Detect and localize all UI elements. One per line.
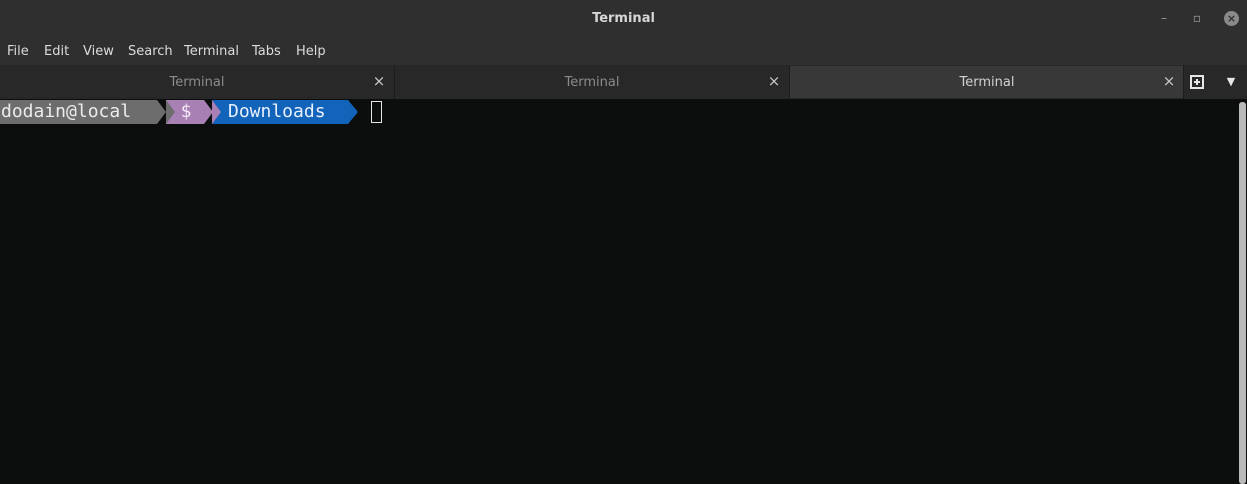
tab-label: Terminal bbox=[169, 75, 225, 90]
new-tab-icon bbox=[1189, 75, 1207, 94]
menu-tabs[interactable]: Tabs bbox=[252, 44, 281, 59]
maximize-button[interactable]: ▫ bbox=[1189, 10, 1205, 26]
tabs-menu-button[interactable]: ▼ bbox=[1221, 72, 1241, 92]
text-cursor bbox=[371, 101, 382, 123]
tab-terminal-2[interactable]: Terminal × bbox=[395, 66, 789, 98]
prompt-user-host: dodain@local bbox=[0, 100, 157, 124]
menu-edit[interactable]: Edit bbox=[44, 44, 69, 59]
window-title: Terminal bbox=[592, 11, 655, 26]
tab-label: Terminal bbox=[564, 75, 620, 90]
menu-bar: File Edit View Search Terminal Tabs Help bbox=[0, 37, 1247, 65]
prompt-separator-arrow bbox=[166, 100, 175, 124]
tab-close-icon[interactable]: × bbox=[765, 72, 783, 90]
terminal-window: Terminal – ▫ × File Edit View Search Ter… bbox=[0, 0, 1247, 484]
scrollbar[interactable] bbox=[1239, 102, 1246, 484]
tab-close-icon[interactable]: × bbox=[1160, 72, 1178, 90]
tab-bar: Terminal × Terminal × Terminal × ▼ bbox=[0, 65, 1247, 99]
tab-label: Terminal bbox=[959, 75, 1015, 90]
menu-view[interactable]: View bbox=[83, 44, 114, 59]
chevron-down-icon: ▼ bbox=[1226, 75, 1236, 88]
menu-terminal[interactable]: Terminal bbox=[184, 44, 239, 59]
prompt-end-arrow bbox=[348, 100, 358, 124]
terminal-content[interactable]: dodain@local $ Downloads bbox=[0, 99, 1247, 484]
prompt-directory: Downloads bbox=[212, 100, 348, 124]
prompt-separator-arrow bbox=[212, 100, 221, 124]
tab-terminal-1[interactable]: Terminal × bbox=[0, 66, 394, 98]
tab-divider bbox=[1183, 65, 1184, 99]
menu-file[interactable]: File bbox=[7, 44, 29, 59]
minimize-button[interactable]: – bbox=[1156, 10, 1172, 26]
new-tab-button[interactable] bbox=[1187, 72, 1209, 92]
menu-search[interactable]: Search bbox=[128, 44, 173, 59]
close-button[interactable]: × bbox=[1224, 11, 1239, 26]
tab-terminal-3[interactable]: Terminal × bbox=[789, 66, 1184, 98]
menu-help[interactable]: Help bbox=[296, 44, 326, 59]
title-bar[interactable]: Terminal – ▫ × bbox=[0, 0, 1247, 37]
prompt-separator-arrow bbox=[157, 100, 166, 124]
tab-close-icon[interactable]: × bbox=[370, 72, 388, 90]
